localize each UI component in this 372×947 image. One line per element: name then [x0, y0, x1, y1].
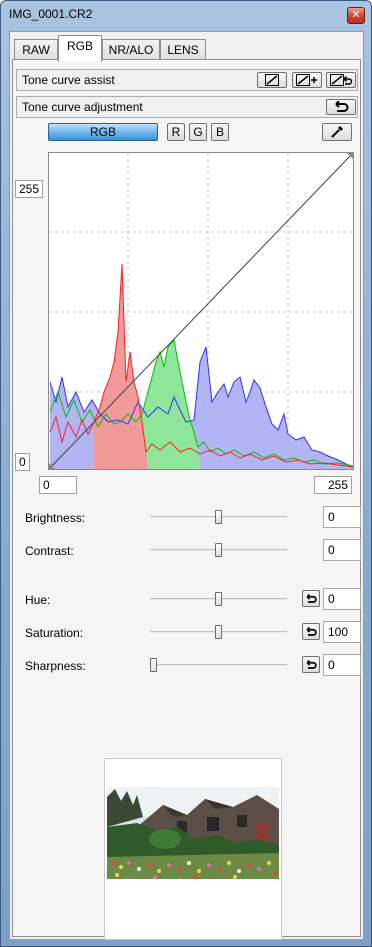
input-max-value[interactable]: 255: [314, 476, 352, 494]
contrast-label: Contrast:: [25, 544, 74, 558]
close-icon: ✕: [351, 9, 361, 21]
sharpness-label: Sharpness:: [25, 659, 86, 673]
palette-client: RAW RGB NR/ALO LENS Tone curve assist To…: [9, 31, 364, 940]
tone-curve-assist-label: Tone curve assist: [22, 73, 115, 87]
sharpness-slider-thumb[interactable]: [150, 658, 157, 672]
channel-rgb-button[interactable]: RGB: [48, 123, 158, 141]
reset-arrow-icon: [306, 659, 317, 669]
auto-curve-button[interactable]: [257, 72, 287, 88]
sharpness-slider-track[interactable]: [150, 664, 287, 666]
brightness-slider-thumb[interactable]: [215, 510, 222, 524]
tone-curve-reset-button[interactable]: [326, 99, 356, 115]
sharpness-reset-button[interactable]: [302, 656, 320, 673]
auto-curve-plus-icon: [296, 74, 317, 86]
tone-curve-graph[interactable]: [48, 152, 354, 470]
channel-g-button[interactable]: G: [189, 123, 207, 141]
brightness-label: Brightness:: [25, 511, 86, 525]
tab-raw[interactable]: RAW: [14, 39, 58, 61]
output-max-value[interactable]: 255: [15, 180, 44, 198]
channel-b-button[interactable]: B: [211, 123, 229, 141]
hue-label: Hue:: [25, 593, 51, 607]
contrast-slider-thumb[interactable]: [215, 543, 222, 557]
tab-rgb[interactable]: RGB: [58, 35, 102, 62]
tone-curve-adjustment-label: Tone curve adjustment: [22, 100, 143, 114]
contrast-value-field[interactable]: 0: [323, 539, 361, 561]
eyedropper-button[interactable]: [322, 123, 352, 141]
saturation-reset-button[interactable]: [302, 623, 320, 640]
tab-nr-alo[interactable]: NR/ALO: [102, 39, 160, 61]
eyedropper-icon: [331, 126, 343, 138]
saturation-slider-thumb[interactable]: [215, 625, 222, 639]
tone-curve-assist-bar: Tone curve assist: [16, 69, 358, 91]
curve-reset-button[interactable]: [326, 72, 356, 88]
brightness-value-field[interactable]: 0: [323, 506, 361, 528]
tool-palette-window: IMG_0001.CR2 ✕ RAW RGB NR/ALO LENS Tone …: [0, 0, 372, 947]
rgb-tab-panel: Tone curve assist Tone curve adjustment …: [12, 59, 361, 940]
channel-r-button[interactable]: R: [167, 123, 185, 141]
hue-reset-button[interactable]: [302, 590, 320, 607]
hue-value-field[interactable]: 0: [323, 588, 361, 610]
auto-curve-icon: [265, 74, 279, 86]
reset-arrow-icon: [306, 593, 317, 603]
saturation-label: Saturation:: [25, 626, 84, 640]
image-thumbnail[interactable]: [107, 787, 279, 879]
sharpness-value-field[interactable]: 0: [323, 654, 361, 676]
navigator-thumbnail-frame[interactable]: [104, 758, 282, 940]
section-divider: [23, 572, 351, 573]
close-button[interactable]: ✕: [347, 7, 365, 24]
tone-curve-adjustment-bar: Tone curve adjustment: [16, 96, 358, 118]
input-min-value[interactable]: 0: [39, 476, 77, 494]
reset-arrow-icon: [306, 626, 317, 636]
tab-lens[interactable]: LENS: [160, 39, 206, 61]
hue-slider-thumb[interactable]: [215, 592, 222, 606]
window-title: IMG_0001.CR2: [9, 7, 93, 21]
auto-curve-plus-button[interactable]: [292, 72, 322, 88]
saturation-value-field[interactable]: 100: [323, 621, 361, 643]
reset-arrow-icon: [335, 101, 349, 112]
output-min-value[interactable]: 0: [15, 453, 30, 471]
title-bar[interactable]: IMG_0001.CR2 ✕: [1, 1, 371, 31]
curve-reset-icon: [330, 74, 352, 86]
